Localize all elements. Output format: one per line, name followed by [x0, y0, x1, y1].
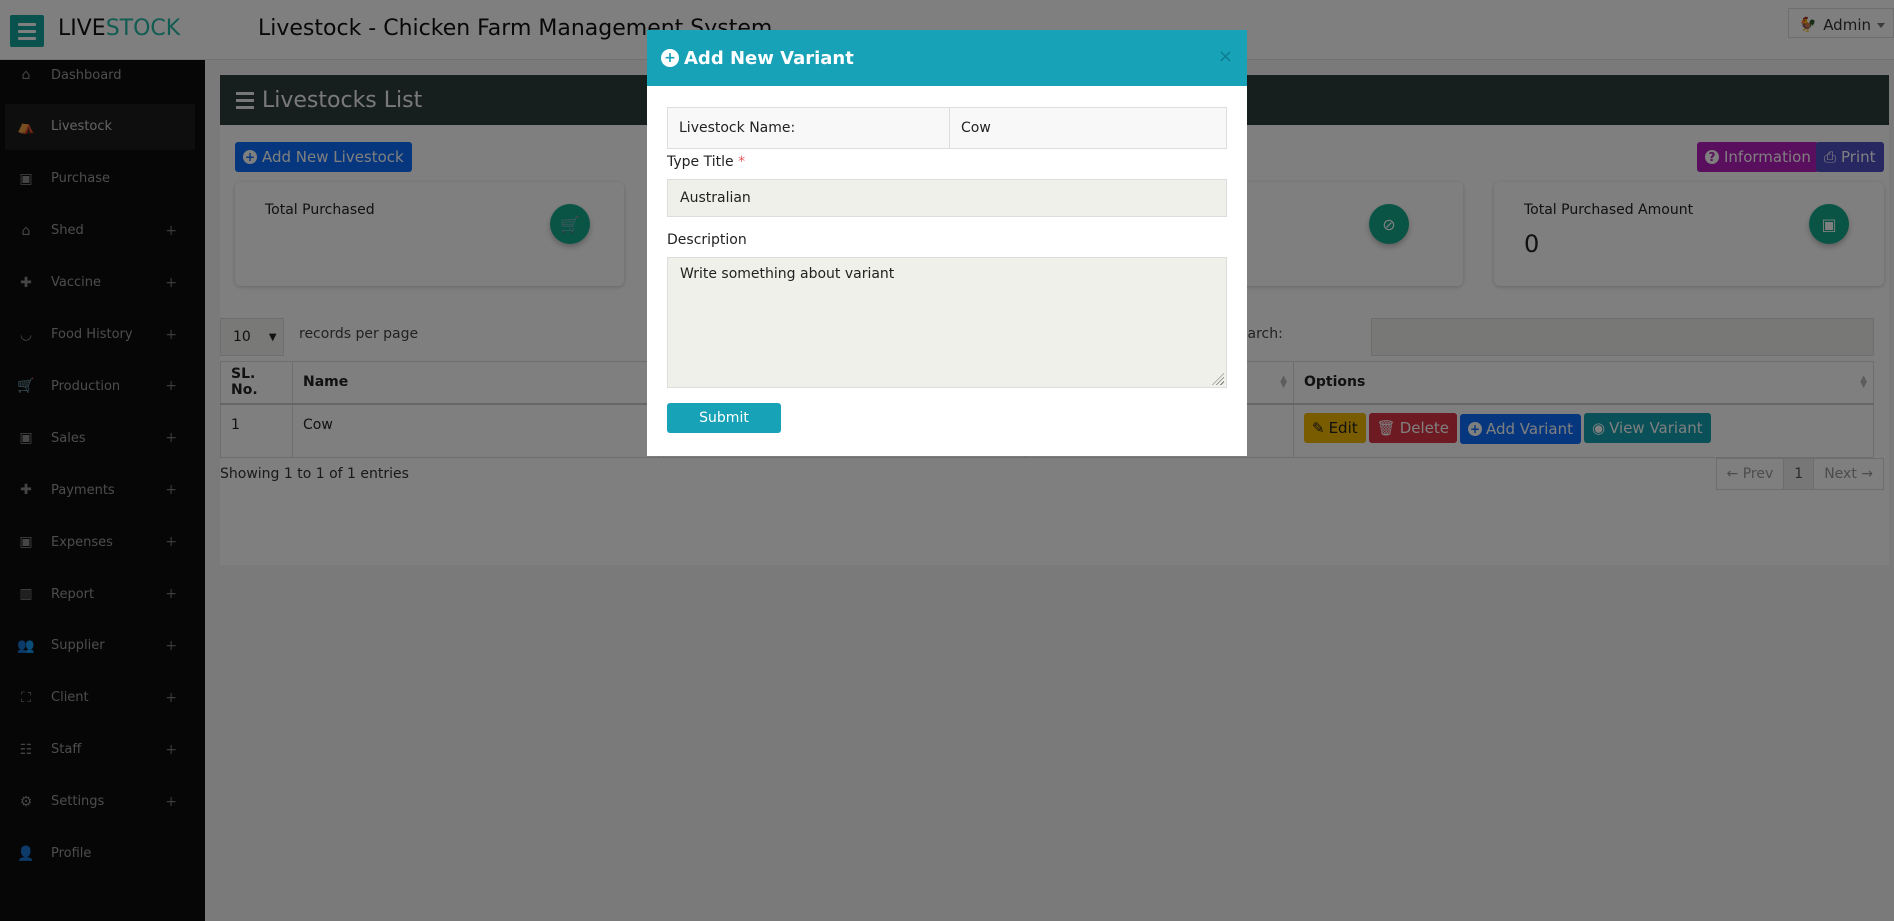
plus-circle-icon: +	[661, 49, 679, 67]
description-textarea[interactable]: Write something about variant	[667, 257, 1227, 388]
modal-header: + Add New Variant ×	[647, 30, 1247, 86]
submit-button[interactable]: Submit	[667, 403, 781, 433]
close-icon[interactable]: ×	[1218, 46, 1233, 67]
add-variant-modal: + Add New Variant × Livestock Name: Cow …	[647, 30, 1247, 456]
description-label: Description	[667, 232, 747, 248]
required-mark: *	[738, 154, 746, 170]
modal-title: Add New Variant	[684, 47, 854, 69]
livestock-name-info: Livestock Name: Cow	[667, 107, 1227, 149]
type-title-label: Type Title *	[667, 154, 746, 170]
livestock-name-label: Livestock Name:	[668, 108, 950, 148]
type-title-input[interactable]: Australian	[667, 179, 1227, 217]
livestock-name-value: Cow	[961, 120, 991, 136]
resize-handle[interactable]	[1212, 373, 1224, 385]
